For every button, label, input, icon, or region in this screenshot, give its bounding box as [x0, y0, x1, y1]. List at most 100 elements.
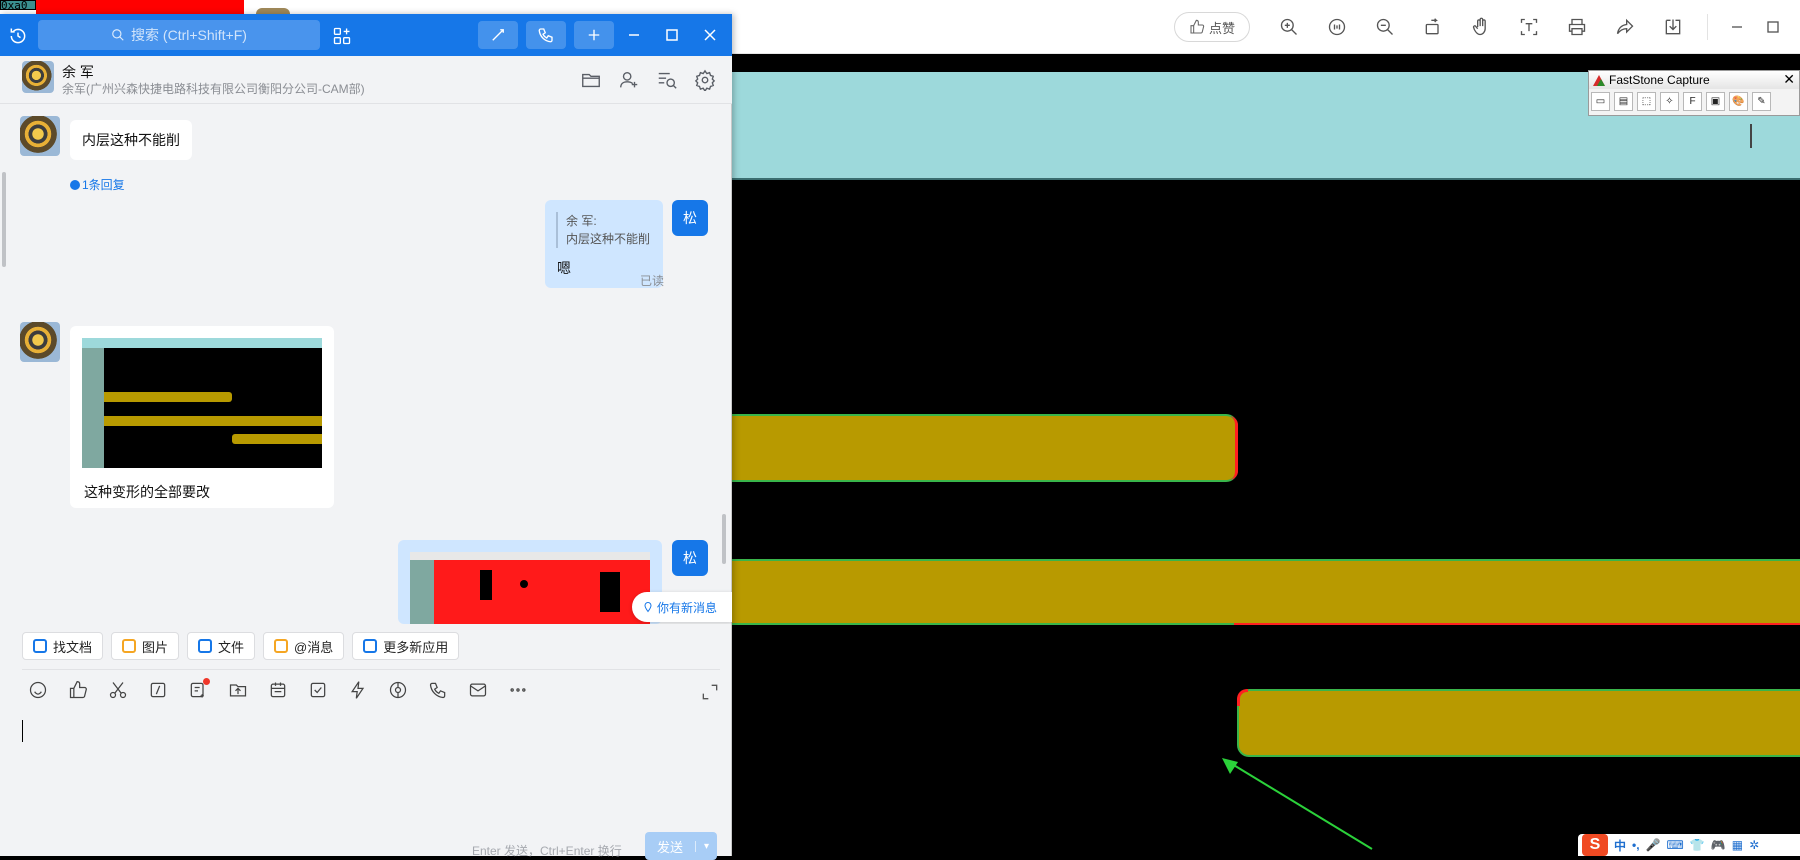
add-button[interactable]: [574, 21, 614, 49]
quick-action-button[interactable]: 文件: [187, 632, 256, 660]
ime-item[interactable]: 🎤: [1646, 838, 1661, 852]
slash-icon[interactable]: [146, 678, 170, 702]
folder-icon[interactable]: [580, 69, 602, 91]
quick-action-icon: [274, 639, 289, 653]
expand-icon[interactable]: [700, 682, 720, 702]
fsc-tool-button[interactable]: F: [1683, 92, 1702, 111]
phone-icon: [538, 28, 553, 43]
background-red-area: [36, 0, 244, 14]
new-message-text: 你有新消息: [657, 600, 718, 615]
pin-icon: [644, 601, 652, 613]
zoom-in-icon[interactable]: [1276, 14, 1302, 40]
fsc-tool-button[interactable]: ▣: [1706, 92, 1725, 111]
image-thumbnail[interactable]: [82, 338, 322, 468]
ime-item[interactable]: 👕: [1690, 838, 1705, 852]
image-message-bubble[interactable]: 这种变形的全部要改: [70, 326, 334, 508]
fsc-tool-button[interactable]: ⬚: [1637, 92, 1656, 111]
quick-action-button[interactable]: 找文档: [22, 632, 104, 660]
ime-item[interactable]: ⌨: [1667, 838, 1684, 852]
fit-icon[interactable]: [1324, 14, 1350, 40]
quick-action-bar: 找文档 图片 文件 @消息 更多新应用: [22, 632, 460, 660]
scrollbar-thumb[interactable]: [2, 172, 6, 267]
quick-action-label: 找文档: [53, 639, 93, 655]
fsc-close-button[interactable]: ✕: [1783, 71, 1795, 88]
copper-trace-2: [732, 559, 1800, 625]
ime-item[interactable]: 🎮: [1711, 838, 1726, 852]
avatar[interactable]: [20, 116, 60, 156]
lightning-icon[interactable]: [346, 678, 370, 702]
send-hint: Enter 发送，Ctrl+Enter 换行: [472, 844, 622, 858]
self-avatar[interactable]: 松: [672, 540, 708, 576]
faststone-logo-icon: [1593, 75, 1605, 86]
new-message-tip[interactable]: 你有新消息: [632, 592, 732, 622]
image-caption: 这种变形的全部要改: [84, 484, 210, 500]
download-icon[interactable]: [1660, 14, 1686, 40]
ime-item[interactable]: ▦: [1732, 838, 1743, 852]
close-button[interactable]: [698, 23, 722, 47]
phone-icon[interactable]: [426, 678, 450, 702]
scrollbar-thumb-right[interactable]: [722, 514, 726, 564]
ime-mode[interactable]: 中: [1614, 837, 1626, 854]
screen-share-icon[interactable]: [386, 678, 410, 702]
upload-icon[interactable]: [226, 678, 250, 702]
fsc-tool-button[interactable]: 🎨: [1729, 92, 1748, 111]
image-thumbnail[interactable]: [410, 552, 650, 624]
task-icon[interactable]: [306, 678, 330, 702]
message-input[interactable]: [20, 714, 720, 824]
message-list[interactable]: 内层这种不能削 1条回复 松 余 军: 内层这种不能削 嗯 已读 这种变形的全部…: [0, 104, 732, 624]
quick-action-button[interactable]: 更多新应用: [352, 632, 460, 660]
print-icon[interactable]: [1564, 14, 1590, 40]
history-icon[interactable]: [8, 26, 28, 46]
message-bubble[interactable]: 内层这种不能削: [70, 120, 192, 160]
search-input[interactable]: 搜索 (Ctrl+Shift+F): [38, 20, 320, 50]
fsc-tool-button[interactable]: ✎: [1752, 92, 1771, 111]
quick-action-button[interactable]: 图片: [111, 632, 180, 660]
zoom-out-icon[interactable]: [1372, 14, 1398, 40]
like-button[interactable]: 点赞: [1174, 12, 1250, 42]
note-icon[interactable]: [186, 678, 210, 702]
pen-button[interactable]: [478, 21, 518, 49]
sogou-logo-icon[interactable]: S: [1582, 834, 1608, 856]
share-icon[interactable]: [1612, 14, 1638, 40]
avatar[interactable]: [20, 322, 60, 362]
toolbar-divider: [1707, 14, 1708, 40]
quick-action-button[interactable]: @消息: [263, 632, 345, 660]
calendar-icon[interactable]: [266, 678, 290, 702]
quick-action-icon: [363, 639, 378, 653]
fsc-tool-button[interactable]: ▤: [1614, 92, 1633, 111]
ime-item[interactable]: ✲: [1749, 838, 1759, 852]
quick-action-label: 文件: [218, 639, 245, 655]
chat-window: 搜索 (Ctrl+Shift+F) 余 军 余军(广州兴森快捷电路科技有限公司衡…: [0, 14, 732, 860]
reply-icon: [70, 179, 80, 190]
apps-icon[interactable]: [332, 26, 352, 46]
search-history-icon[interactable]: [656, 69, 678, 91]
search-placeholder: 搜索 (Ctrl+Shift+F): [131, 27, 247, 43]
hand-icon[interactable]: [1468, 14, 1494, 40]
settings-icon[interactable]: [694, 69, 716, 93]
fsc-tool-button[interactable]: ▭: [1591, 92, 1610, 111]
scissors-icon[interactable]: [106, 678, 130, 702]
ocr-icon[interactable]: [1516, 14, 1542, 40]
quoted-message[interactable]: 余 军: 内层这种不能削: [556, 212, 658, 248]
reply-count-link[interactable]: 1条回复: [70, 176, 125, 193]
call-button[interactable]: [526, 21, 566, 49]
emoji-icon[interactable]: [26, 678, 50, 702]
self-avatar[interactable]: 松: [672, 200, 708, 236]
fsc-tool-button[interactable]: ✧: [1660, 92, 1679, 111]
fsc-title: FastStone Capture: [1609, 73, 1710, 87]
maximize-icon[interactable]: [1760, 14, 1786, 40]
image-message-bubble[interactable]: [398, 540, 662, 624]
minimize-icon: [629, 34, 639, 36]
rotate-icon[interactable]: [1420, 14, 1446, 40]
send-options-icon[interactable]: ▾: [695, 840, 717, 852]
minimize-button[interactable]: [622, 23, 646, 47]
image-canvas: [732, 54, 1800, 856]
avatar[interactable]: [22, 61, 54, 93]
maximize-button[interactable]: [660, 23, 684, 47]
ime-item[interactable]: •,: [1632, 838, 1640, 852]
thumb-icon[interactable]: [66, 678, 90, 702]
minimize-icon[interactable]: [1724, 14, 1750, 40]
more-icon[interactable]: [506, 678, 530, 702]
add-member-icon[interactable]: [618, 69, 640, 91]
mail-icon[interactable]: [466, 678, 490, 702]
